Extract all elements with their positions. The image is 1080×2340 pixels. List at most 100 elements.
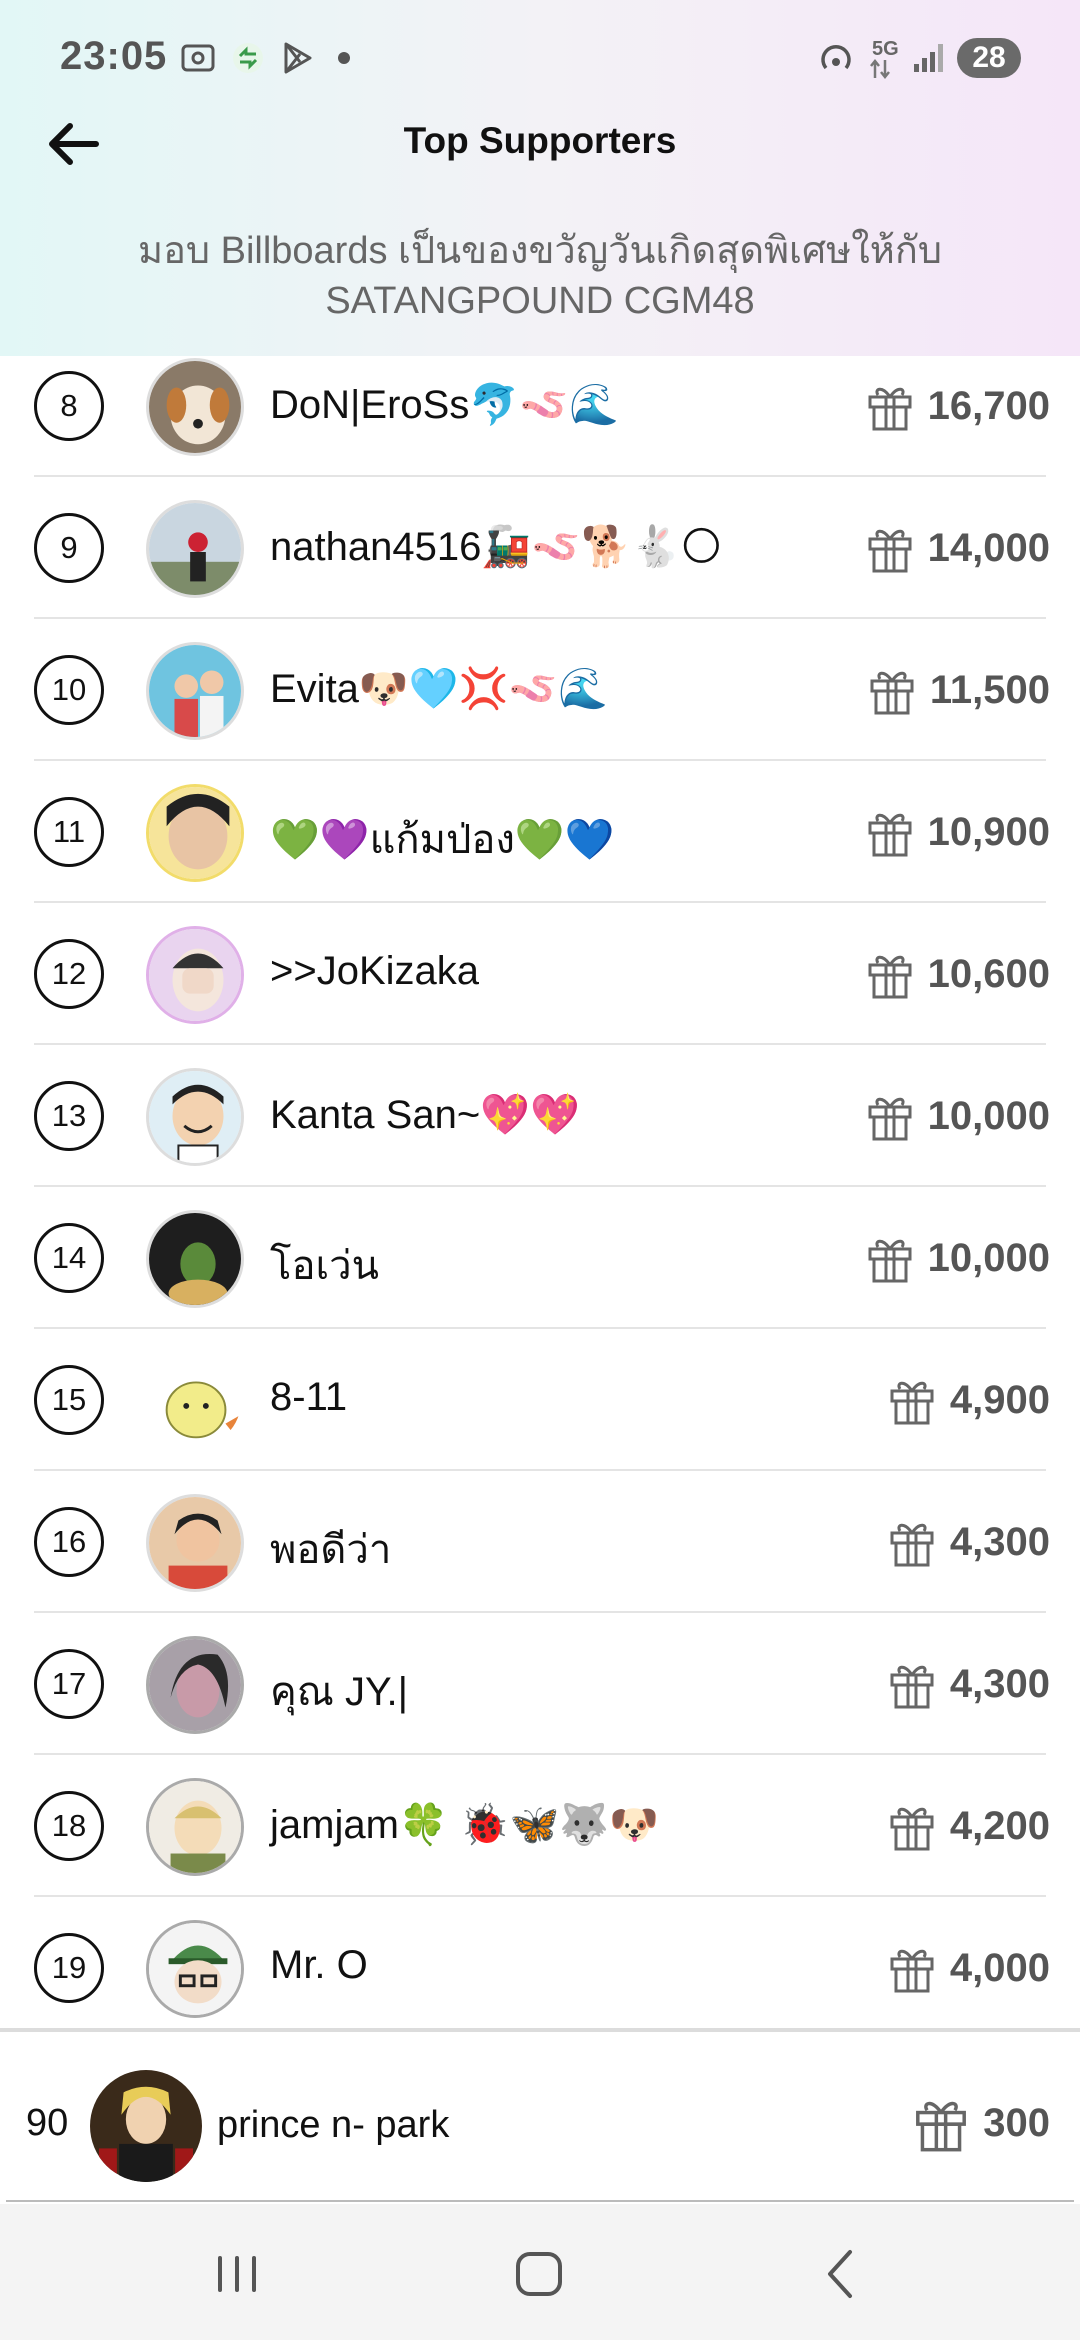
list-item[interactable]: 10 Evita🐶🩵💢🪱🌊 11,500	[0, 619, 1080, 761]
gift-amount: 10,000	[866, 1089, 1050, 1143]
gift-amount-value: 4,200	[949, 1803, 1050, 1848]
avatar	[146, 358, 244, 456]
my-avatar	[90, 2070, 202, 2182]
my-gift-amount-value: 300	[983, 2100, 1050, 2145]
rank-badge: 15	[34, 1365, 104, 1435]
rank-badge: 14	[34, 1223, 104, 1293]
list-item[interactable]: 18 jamjam🍀 🐞🦋🐺🐶 4,200	[0, 1755, 1080, 1897]
gift-amount: 4,300	[888, 1515, 1050, 1569]
gift-icon	[890, 1381, 934, 1425]
page-title: Top Supporters	[403, 120, 677, 161]
gift-amount: 4,200	[888, 1799, 1050, 1853]
home-icon	[516, 2252, 562, 2296]
supporter-name: พอดีว่า	[270, 1528, 392, 1572]
avatar	[146, 1636, 244, 1734]
signal-icon	[914, 44, 943, 72]
rank-badge: 13	[34, 1081, 104, 1151]
gift-amount: 10,900	[866, 805, 1050, 859]
avatar	[146, 926, 244, 1024]
my-rank-row[interactable]: 90 prince n- park 300	[0, 2028, 1080, 2202]
recent-apps-icon	[218, 2256, 256, 2292]
rank-badge: 19	[34, 1933, 104, 2003]
gift-amount-value: 4,000	[949, 1945, 1050, 1990]
my-gift-amount: 300	[913, 2094, 1050, 2152]
my-rank: 90	[26, 2102, 69, 2144]
recent-apps-button[interactable]	[202, 2244, 272, 2304]
system-back-button[interactable]	[806, 2244, 876, 2304]
battery-indicator: 28	[957, 38, 1021, 78]
gift-amount: 16,700	[866, 379, 1050, 433]
gift-icon	[890, 1523, 934, 1567]
rank-badge: 8	[34, 371, 104, 441]
list-item[interactable]: 19 Mr. O 4,000	[0, 1897, 1080, 2039]
gift-icon	[868, 1097, 912, 1141]
play-store-icon	[284, 42, 312, 74]
gift-amount-value: 4,900	[949, 1377, 1050, 1422]
gift-icon	[870, 671, 914, 715]
home-button[interactable]	[504, 2244, 574, 2304]
gift-amount: 10,000	[866, 1231, 1050, 1285]
rank-badge: 12	[34, 939, 104, 1009]
list-item[interactable]: 16 พอดีว่า 4,300	[0, 1471, 1080, 1613]
rank-badge: 18	[34, 1791, 104, 1861]
list-item[interactable]: 13 Kanta San~💖💖 10,000	[0, 1045, 1080, 1187]
supporter-name: >>JoKizaka	[270, 949, 480, 993]
avatar	[146, 1778, 244, 1876]
gift-amount: 4,300	[888, 1657, 1050, 1711]
hotspot-icon	[821, 44, 851, 70]
rank-badge: 11	[34, 797, 104, 867]
gift-amount-value: 11,500	[929, 667, 1050, 712]
gift-icon	[890, 1807, 934, 1851]
list-item[interactable]: 9 nathan4516🚂🪱🐕🐇🌕 14,000	[0, 477, 1080, 619]
status-time: 23:05	[60, 34, 168, 78]
list-item[interactable]: 17 คุณ JY.| 4,300	[0, 1613, 1080, 1755]
list-item[interactable]: 12 >>JoKizaka 10,600	[0, 903, 1080, 1045]
page-subtitle: มอบ Billboards เป็นของขวัญวันเกิดสุดพิเศ…	[138, 230, 942, 322]
gift-icon	[868, 529, 912, 573]
supporter-name: คุณ JY.|	[270, 1670, 409, 1714]
avatar	[146, 1494, 244, 1592]
my-name: prince n- park	[217, 2104, 450, 2146]
rank-badge: 10	[34, 655, 104, 725]
rank-badge: 16	[34, 1507, 104, 1577]
rank-badge: 9	[34, 513, 104, 583]
supporter-name: nathan4516🚂🪱🐕🐇🌕	[270, 525, 723, 569]
screenshot-icon	[181, 44, 215, 72]
supporter-name: 8-11	[270, 1375, 348, 1419]
gift-amount-value: 4,300	[949, 1661, 1050, 1706]
supporter-name: jamjam🍀 🐞🦋🐺🐶	[270, 1803, 660, 1847]
gift-amount-value: 10,000	[927, 1235, 1050, 1280]
supporter-name: DoN|EroSs🐬🪱🌊	[270, 383, 619, 427]
list-item[interactable]: 15 8-11 4,900	[0, 1329, 1080, 1471]
gift-icon	[868, 955, 912, 999]
list-item[interactable]: 11 💚💜แก้มป่อง💚💙 10,900	[0, 761, 1080, 903]
gift-amount-value: 4,300	[949, 1519, 1050, 1564]
gift-amount: 4,000	[888, 1941, 1050, 1995]
rank-badge: 17	[34, 1649, 104, 1719]
system-nav-bar	[0, 2204, 1080, 2340]
gift-icon	[868, 1239, 912, 1283]
status-bar: 23:05 5G 28	[0, 0, 1080, 120]
avatar	[146, 500, 244, 598]
gift-amount-value: 16,700	[927, 383, 1050, 428]
avatar	[146, 1210, 244, 1308]
gift-icon	[890, 1665, 934, 1709]
gift-icon	[916, 2101, 967, 2152]
gift-amount-value: 10,000	[927, 1093, 1050, 1138]
avatar	[146, 784, 244, 882]
gift-icon	[868, 813, 912, 857]
avatar	[146, 1068, 244, 1166]
sync-icon	[233, 43, 263, 73]
supporter-name: โอเว่น	[270, 1244, 379, 1288]
supporter-name: Evita🐶🩵💢🪱🌊	[270, 667, 608, 711]
supporter-name: Kanta San~💖💖	[270, 1093, 580, 1137]
supporter-name: 💚💜แก้มป่อง💚💙	[270, 818, 615, 862]
gift-amount: 14,000	[866, 521, 1050, 575]
list-item[interactable]: 8 DoN|EroSs🐬🪱🌊 16,700	[0, 335, 1080, 477]
top-header: 23:05 5G 28 Top Supporters มอบ Billboard…	[0, 0, 1080, 356]
supporters-list[interactable]: 8 DoN|EroSs🐬🪱🌊 16,700 9 nathan4516🚂🪱🐕🐇🌕 …	[0, 335, 1080, 2039]
list-item[interactable]: 14 โอเว่น 10,000	[0, 1187, 1080, 1329]
supporter-name: Mr. O	[270, 1943, 368, 1987]
avatar	[146, 642, 244, 740]
gift-amount: 4,900	[888, 1373, 1050, 1427]
